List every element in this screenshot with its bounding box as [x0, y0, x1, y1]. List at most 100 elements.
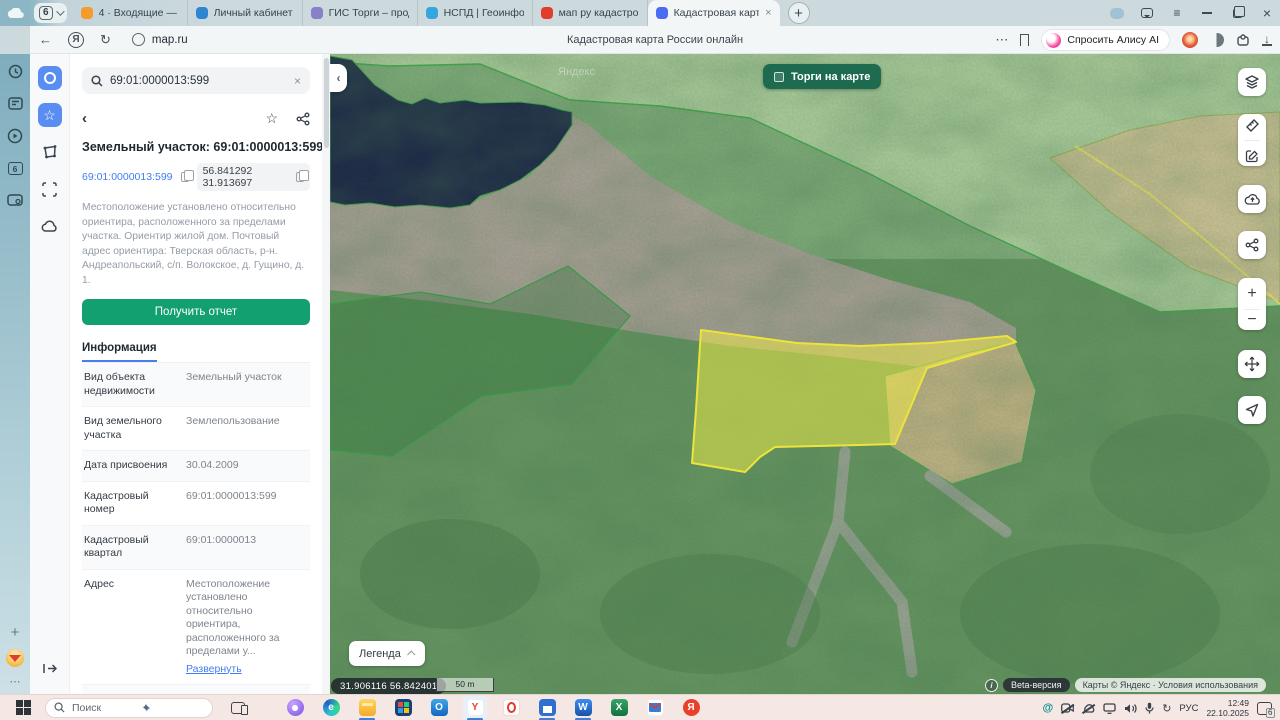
- add-panel-icon[interactable]: +: [11, 624, 20, 641]
- locate-me-button[interactable]: [1238, 396, 1266, 424]
- browser-tab[interactable]: 4 · Входящие — Яндекс П ×: [73, 0, 188, 26]
- tab-counter[interactable]: 6: [34, 3, 67, 23]
- microphone-icon[interactable]: [1145, 702, 1154, 714]
- notifications-icon[interactable]: 6: [1257, 702, 1272, 715]
- task-view-icon[interactable]: [231, 702, 245, 714]
- pan-button[interactable]: [1238, 350, 1266, 378]
- more-icon[interactable]: ⋯: [995, 32, 1008, 48]
- edit-icon[interactable]: [1245, 149, 1259, 163]
- taskbar-icon-word[interactable]: W: [571, 696, 595, 720]
- url-text[interactable]: map.ru: [152, 34, 188, 46]
- copyright-text[interactable]: Карты © Яндекс · Условия использования: [1075, 678, 1266, 692]
- search-input[interactable]: 69:01:0000013:599 ×: [82, 67, 310, 94]
- tray-at-icon[interactable]: @: [1042, 702, 1053, 714]
- start-button[interactable]: [16, 700, 31, 715]
- expand-link[interactable]: Развернуть: [186, 663, 308, 677]
- panel-scrollbar[interactable]: [322, 54, 330, 694]
- back-icon[interactable]: ←: [39, 32, 52, 47]
- yandex-mail-icon[interactable]: [6, 649, 24, 667]
- more-icon[interactable]: ⋯: [10, 675, 21, 688]
- extensions-icon[interactable]: [1236, 33, 1250, 47]
- browser-tab[interactable]: Личный кабинет ×: [188, 0, 303, 26]
- taskbar-search[interactable]: Поиск ✦: [45, 698, 213, 718]
- taskbar-icon-floppy-app[interactable]: [535, 696, 559, 720]
- parcel-tool-icon[interactable]: [38, 140, 62, 164]
- info-icon[interactable]: i: [985, 679, 998, 692]
- object-title: Земельный участок: 69:01:0000013:599: [82, 140, 310, 154]
- get-report-button[interactable]: Получить отчет: [82, 299, 310, 325]
- taskbar-icon-yandex[interactable]: Я: [679, 696, 703, 720]
- legend-button[interactable]: Легенда: [349, 641, 425, 666]
- tab-favicon: [81, 7, 93, 19]
- taskbar-icon-excel[interactable]: X: [607, 696, 631, 720]
- browser-tab[interactable]: ГИС Торги – продажи гос ×: [303, 0, 418, 26]
- zoom-in-button[interactable]: +: [1247, 285, 1256, 303]
- favorites-button[interactable]: ☆: [38, 103, 62, 127]
- cadastral-map[interactable]: Яндекс ‹ Торги на карте: [330, 54, 1280, 694]
- bookmark-icon[interactable]: [1020, 34, 1029, 46]
- taskbar-icon-store[interactable]: [391, 696, 415, 720]
- torgi-toggle[interactable]: Торги на карте: [763, 64, 881, 89]
- ask-alice-button[interactable]: Спросить Алису AI: [1041, 29, 1170, 51]
- profile-avatar[interactable]: [1182, 32, 1198, 48]
- downloads-icon[interactable]: ↓: [1262, 34, 1272, 46]
- yandex-home-icon[interactable]: Я: [68, 32, 84, 48]
- history-clock-icon[interactable]: [8, 64, 23, 79]
- favorite-star-icon[interactable]: ☆: [265, 110, 278, 127]
- tabs-panel-icon[interactable]: 6: [8, 162, 23, 175]
- taskbar-icon-explorer[interactable]: [355, 696, 379, 720]
- select-area-icon[interactable]: [38, 177, 62, 201]
- camera-off-icon[interactable]: [1061, 703, 1074, 713]
- browser-cloud-icon[interactable]: [0, 0, 30, 26]
- display-icon[interactable]: [1103, 703, 1116, 714]
- browser-tab[interactable]: НСПД | Геоинформацион ×: [418, 0, 533, 26]
- checkbox-icon[interactable]: [774, 72, 784, 82]
- restore-icon[interactable]: [1233, 9, 1242, 18]
- language-indicator[interactable]: РУС: [1179, 703, 1198, 714]
- app-logo[interactable]: [38, 66, 62, 90]
- copy-icon[interactable]: [181, 172, 189, 182]
- table-row: Адрес Местоположение установлено относит…: [82, 570, 310, 686]
- video-play-icon[interactable]: [7, 128, 23, 144]
- cursor-coordinates: 31.906116 56.842401: [331, 678, 446, 694]
- sync-icon[interactable]: ↻: [1162, 702, 1171, 715]
- copy-icon[interactable]: [296, 172, 304, 182]
- collections-icon[interactable]: [1210, 33, 1224, 47]
- cloud-layers-icon[interactable]: [38, 214, 62, 238]
- cadastral-number-link[interactable]: 69:01:0000013:599: [82, 171, 173, 183]
- clock[interactable]: 12:4922.10.2025: [1206, 698, 1249, 718]
- collapse-rail-icon[interactable]: [38, 656, 62, 680]
- new-tab-button[interactable]: +: [788, 2, 810, 24]
- site-info-icon[interactable]: [132, 33, 145, 46]
- tab-close-icon[interactable]: ×: [765, 7, 771, 19]
- minimize-icon[interactable]: [1202, 12, 1212, 14]
- clear-search-icon[interactable]: ×: [294, 74, 301, 88]
- upload-button[interactable]: [1238, 185, 1266, 213]
- taskbar-icon-edge[interactable]: e: [319, 696, 343, 720]
- taskbar-icon-outlook[interactable]: O: [427, 696, 451, 720]
- mic-off-icon[interactable]: [1082, 703, 1095, 713]
- refresh-icon[interactable]: ↻: [100, 32, 111, 48]
- browser-tab[interactable]: Кадастровая карта Ро ×: [648, 0, 780, 26]
- ruler-icon[interactable]: [1245, 118, 1259, 132]
- zoom-out-button[interactable]: −: [1247, 316, 1256, 324]
- feedback-icon[interactable]: [1141, 8, 1153, 18]
- panel-back-icon[interactable]: ‹: [82, 110, 87, 127]
- feed-icon[interactable]: [8, 97, 23, 110]
- browser-tab[interactable]: мап ру кадастровая карт ×: [533, 0, 648, 26]
- tab-information[interactable]: Информация: [82, 342, 157, 362]
- screenshot-icon[interactable]: [7, 193, 23, 206]
- taskbar-icon-yandex-browser[interactable]: Y: [463, 696, 487, 720]
- taskbar-icon-mail[interactable]: [643, 696, 667, 720]
- taskbar-icon-alice[interactable]: [283, 696, 307, 720]
- sync-pill-icon[interactable]: [1110, 8, 1124, 19]
- collapse-panel-button[interactable]: ‹: [330, 64, 347, 92]
- close-window-icon[interactable]: ×: [1260, 6, 1274, 20]
- coordinates-chip[interactable]: 56.841292 31.913697: [197, 163, 310, 191]
- browser-menu-icon[interactable]: ≡: [1170, 6, 1184, 20]
- taskbar-icon-opera[interactable]: [499, 696, 523, 720]
- share-map-button[interactable]: [1238, 231, 1266, 259]
- share-icon[interactable]: [296, 112, 310, 126]
- layers-button[interactable]: [1238, 68, 1266, 96]
- speaker-icon[interactable]: [1124, 703, 1137, 714]
